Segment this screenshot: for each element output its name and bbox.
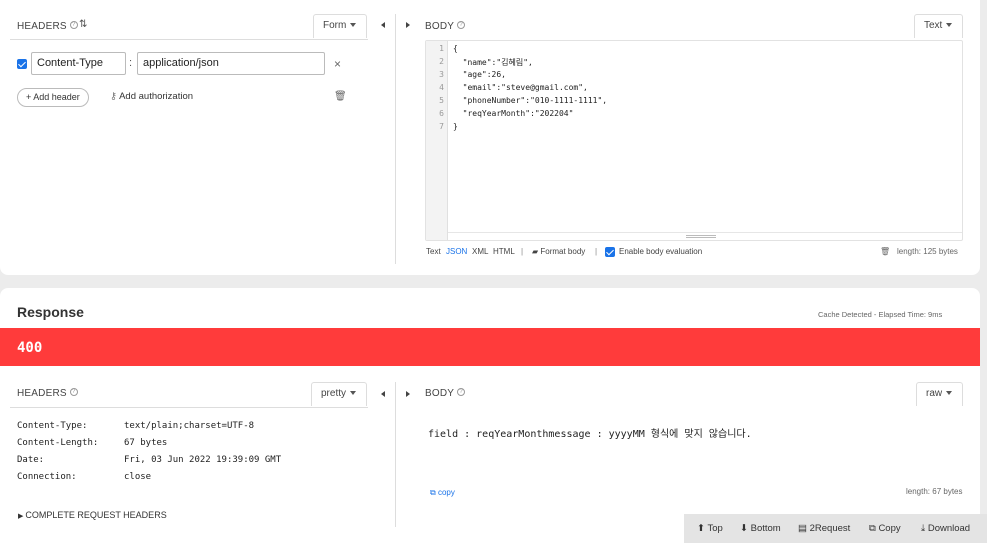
header-enabled-checkbox[interactable]: [17, 59, 27, 69]
code-line: "name":"김혜림",: [453, 58, 533, 67]
add-header-button[interactable]: + Add header: [17, 88, 89, 107]
response-headers-label: HEADERS?: [17, 388, 78, 399]
download-button[interactable]: ⤓ Download: [921, 523, 970, 534]
copy-button[interactable]: ⧉ Copy: [869, 523, 901, 534]
add-authorization-link[interactable]: ⚷ Add authorization: [110, 91, 193, 102]
key-icon: ⚷: [110, 91, 120, 102]
top-button[interactable]: ⬆ Top: [697, 523, 723, 534]
document-icon: ▤: [798, 523, 807, 534]
arrow-down-icon: ⬇: [740, 523, 748, 534]
line-number: 3: [439, 70, 444, 79]
line-number: 7: [439, 122, 444, 131]
help-icon[interactable]: ?: [457, 21, 466, 29]
form-dropdown[interactable]: Form: [313, 14, 367, 38]
response-panel: Response Cache Detected - Elapsed Time: …: [0, 288, 980, 543]
request-headers-label: HEADERS?: [17, 21, 78, 32]
copy-icon: ⧉: [430, 488, 438, 497]
line-number: 4: [439, 83, 444, 92]
response-header-value: 67 bytes: [124, 438, 168, 448]
help-icon[interactable]: ?: [457, 388, 466, 396]
code-line: "reqYearMonth":"202204": [453, 109, 574, 118]
code-line: "phoneNumber":"010-1111-1111",: [453, 96, 608, 105]
request-body-label: BODY?: [425, 21, 466, 32]
code-line: {: [453, 44, 458, 53]
html-mode-link[interactable]: HTML: [493, 247, 515, 256]
splitter[interactable]: [395, 14, 396, 264]
separator: |: [595, 247, 598, 256]
divider: [10, 407, 368, 408]
response-header-key: Content-Type:: [17, 421, 88, 431]
line-number: 1: [439, 44, 444, 53]
raw-dropdown[interactable]: raw: [916, 382, 963, 406]
pretty-dropdown[interactable]: pretty: [311, 382, 367, 406]
json-mode-link[interactable]: JSON: [446, 247, 467, 256]
header-value-input[interactable]: application/json: [137, 52, 325, 75]
request-panel: HEADERS? ⇅ Form Content-Type : applicati…: [0, 0, 980, 275]
line-number: 2: [439, 57, 444, 66]
body-editor[interactable]: 1 2 3 4 5 6 7 { "name":"김혜림", "age":26, "email…: [425, 40, 963, 241]
bottom-button[interactable]: ⬇ Bottom: [740, 523, 781, 534]
code-line: }: [453, 122, 458, 131]
help-icon[interactable]: ?: [69, 388, 78, 396]
divider: [10, 39, 368, 40]
copy-link[interactable]: ⧉ copy: [430, 488, 455, 498]
trash-icon[interactable]: 🗑: [880, 247, 890, 256]
cache-status: Cache Detected - Elapsed Time: 9ms: [818, 310, 943, 319]
response-body-label: BODY?: [425, 388, 466, 399]
splitter[interactable]: [395, 382, 396, 527]
arrow-up-icon: ⬆: [697, 523, 705, 534]
remove-header-icon[interactable]: ×: [334, 57, 341, 71]
complete-request-headers-toggle[interactable]: ▶ COMPLETE REQUEST HEADERS: [18, 510, 167, 520]
resize-handle-icon[interactable]: [686, 235, 716, 238]
text-dropdown[interactable]: Text: [914, 14, 963, 38]
response-header-key: Connection:: [17, 472, 77, 482]
to-request-button[interactable]: ▤ 2Request: [798, 523, 850, 534]
response-header-value: close: [124, 472, 152, 482]
text-mode-link[interactable]: Text: [426, 247, 441, 256]
status-bar: 400: [0, 328, 980, 366]
code-line: "email":"steve@gmail.com",: [453, 83, 588, 92]
separator: |: [521, 247, 524, 256]
xml-mode-link[interactable]: XML: [472, 247, 488, 256]
body-length: length: 125 bytes: [897, 247, 958, 256]
copy-icon: ⧉: [869, 523, 876, 534]
collapse-left-icon[interactable]: [381, 22, 385, 28]
expand-right-icon[interactable]: [406, 391, 410, 397]
expand-right-icon[interactable]: [406, 22, 410, 28]
trash-icon[interactable]: 🗑: [334, 91, 347, 102]
help-icon[interactable]: ?: [69, 21, 78, 29]
response-length: length: 67 bytes: [906, 487, 963, 496]
response-header-value: Fri, 03 Jun 2022 19:39:09 GMT: [124, 455, 282, 465]
collapse-left-icon[interactable]: [381, 391, 385, 397]
line-gutter: 1 2 3 4 5 6 7: [426, 41, 448, 240]
response-body-text[interactable]: field : reqYearMonthmessage : yyyyMM 형식에…: [428, 425, 752, 440]
header-separator: :: [129, 57, 133, 69]
enable-evaluation-label: Enable body evaluation: [619, 247, 703, 256]
line-number: 6: [439, 109, 444, 118]
resize-bar[interactable]: [448, 232, 962, 240]
enable-evaluation-checkbox[interactable]: [605, 247, 615, 257]
response-header-value: text/plain;charset=UTF-8: [124, 421, 255, 431]
status-code: 400: [17, 340, 43, 356]
sort-icon[interactable]: ⇅: [79, 19, 87, 30]
download-icon: ⤓: [921, 523, 926, 534]
format-body-button[interactable]: ▰ Format body: [532, 247, 585, 256]
header-name-input[interactable]: Content-Type: [31, 52, 126, 75]
response-header-key: Date:: [17, 455, 45, 465]
response-title: Response: [17, 304, 84, 320]
response-header-key: Content-Length:: [17, 438, 99, 448]
line-number: 5: [439, 96, 444, 105]
code-line: "age":26,: [453, 70, 506, 79]
